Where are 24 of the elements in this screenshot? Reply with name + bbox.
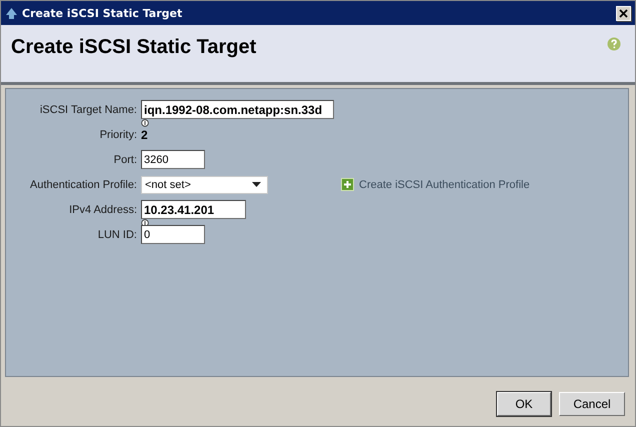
input-field[interactable]: 10.23.41.201	[141, 200, 246, 219]
field-label: Port:	[112, 154, 138, 166]
close-button[interactable]	[616, 6, 631, 20]
input-field[interactable]: 3260	[141, 150, 205, 169]
input-field[interactable]: 0	[141, 225, 205, 244]
window-title: Create iSCSI Static Target	[22, 6, 184, 20]
caret-icon	[252, 182, 261, 187]
plus-icon	[341, 178, 354, 191]
close-icon	[619, 8, 628, 18]
create-profile-link[interactable]: Create iSCSI Authentication Profile	[341, 178, 530, 191]
input-field[interactable]: iqn.1992-08.com.netapp:sn.33d	[141, 100, 334, 119]
app-icon	[5, 6, 18, 20]
field-label: IPv4 Address:	[68, 204, 138, 216]
field-label: LUN ID:	[96, 228, 138, 240]
dialog-heading: Create iSCSI Static Target	[11, 36, 256, 59]
field-label: iSCSI Target Name:	[38, 104, 138, 116]
dropdown[interactable]: <not set>	[141, 176, 268, 194]
dialog-button[interactable]: Cancel	[559, 392, 625, 416]
field-label: Priority:	[98, 128, 138, 140]
info-marker-icon	[141, 119, 149, 127]
dialog-button[interactable]: OK	[497, 392, 551, 416]
priority-value: 2	[141, 128, 148, 142]
link-text[interactable]: Create iSCSI Authentication Profile	[359, 178, 530, 190]
field-label: Authentication Profile:	[28, 178, 138, 190]
